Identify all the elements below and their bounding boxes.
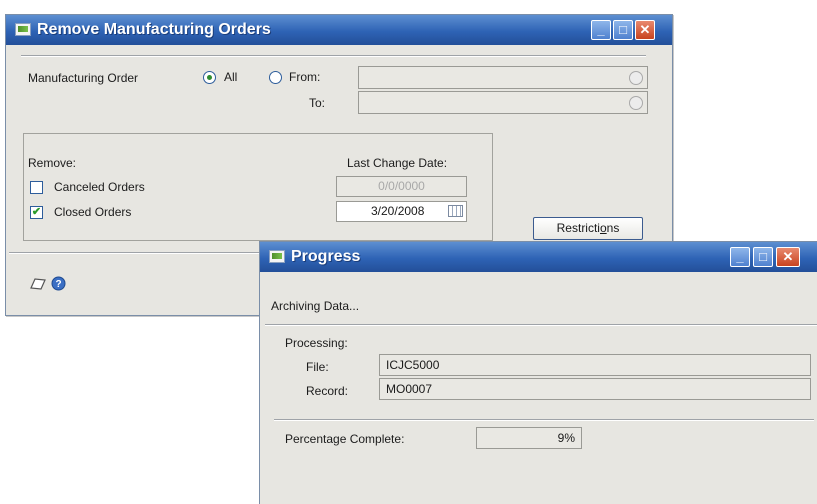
window-icon xyxy=(15,23,31,36)
canceled-orders-checkbox[interactable] xyxy=(30,181,43,194)
maximize-icon[interactable]: □ xyxy=(613,20,633,40)
closed-orders-label[interactable]: Closed Orders xyxy=(54,205,131,219)
all-radio[interactable] xyxy=(203,71,216,84)
lookup-icon[interactable] xyxy=(629,71,643,85)
record-label: Record: xyxy=(306,384,349,398)
percentage-complete-label: Percentage Complete: xyxy=(285,432,405,446)
canceled-date-field: 0/0/0000 xyxy=(336,176,467,197)
lookup-icon[interactable] xyxy=(629,96,643,110)
minimize-icon[interactable]: _ xyxy=(730,247,750,267)
file-label: File: xyxy=(306,360,329,374)
to-field[interactable] xyxy=(358,91,648,114)
manufacturing-order-label: Manufacturing Order xyxy=(28,71,139,85)
status-text: Archiving Data... xyxy=(271,299,360,313)
percentage-divider xyxy=(274,419,814,421)
close-icon[interactable]: ✕ xyxy=(776,247,800,267)
closed-date-value[interactable]: 3/20/2008 xyxy=(371,204,424,218)
window-icon xyxy=(269,250,285,263)
calendar-icon[interactable] xyxy=(448,205,463,217)
top-divider xyxy=(21,55,646,57)
main-window-title: Remove Manufacturing Orders xyxy=(37,21,271,38)
processing-label: Processing: xyxy=(285,336,348,350)
minimize-icon[interactable]: _ xyxy=(591,20,611,40)
close-icon[interactable]: ✕ xyxy=(635,20,655,40)
from-radio-label[interactable]: From: xyxy=(289,70,320,84)
main-title-bar[interactable]: Remove Manufacturing Orders _ □ ✕ xyxy=(6,15,672,45)
progress-window: Progress _ □ ✕ Archiving Data... Process… xyxy=(259,241,817,504)
percentage-value: 9% xyxy=(557,431,575,445)
maximize-icon[interactable]: □ xyxy=(753,247,773,267)
record-value: MO0007 xyxy=(386,382,433,396)
progress-divider xyxy=(265,324,817,326)
remove-label: Remove: xyxy=(28,156,77,170)
file-value: ICJC5000 xyxy=(386,358,440,372)
file-field: ICJC5000 xyxy=(379,354,811,376)
closed-orders-checkbox[interactable]: ✔ xyxy=(30,206,43,219)
svg-text:?: ? xyxy=(55,279,61,290)
progress-title-bar[interactable]: Progress _ □ ✕ xyxy=(260,242,817,272)
canceled-orders-label[interactable]: Canceled Orders xyxy=(54,180,145,194)
note-icon[interactable] xyxy=(29,277,47,291)
from-radio[interactable] xyxy=(269,71,282,84)
last-change-date-label: Last Change Date: xyxy=(347,156,448,170)
record-field: MO0007 xyxy=(379,378,811,400)
restrictions-button[interactable]: Restrictions xyxy=(533,217,643,240)
help-icon[interactable]: ? xyxy=(51,276,66,291)
all-radio-label[interactable]: All xyxy=(224,70,237,84)
percentage-field: 9% xyxy=(476,427,582,449)
from-field[interactable] xyxy=(358,66,648,89)
to-label: To: xyxy=(309,96,326,110)
progress-window-title: Progress xyxy=(291,248,361,265)
